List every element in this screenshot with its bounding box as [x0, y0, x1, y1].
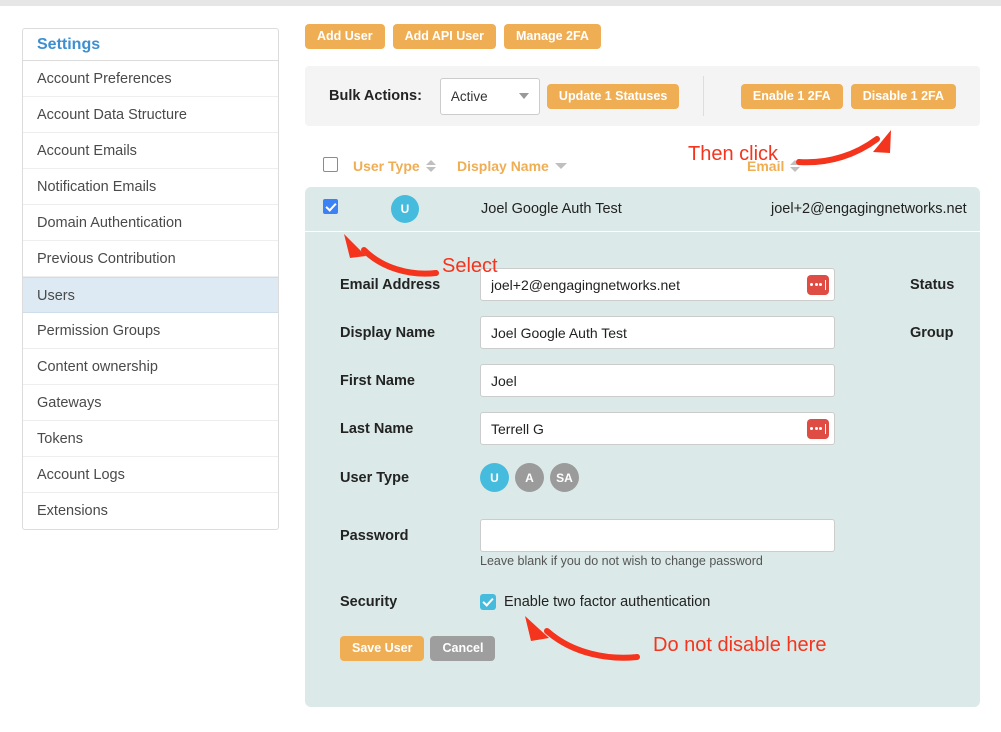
- row-display-name-cell: Joel Google Auth Test: [481, 201, 622, 217]
- add-api-user-button[interactable]: Add API User: [392, 24, 496, 49]
- two-factor-checkbox-group[interactable]: Enable two factor authentication: [480, 594, 710, 610]
- two-factor-checkbox[interactable]: [480, 594, 496, 610]
- sidebar-item-account-preferences[interactable]: Account Preferences: [23, 61, 278, 97]
- sort-updown-icon[interactable]: [790, 160, 801, 172]
- sidebar-item-content-ownership[interactable]: Content ownership: [23, 349, 278, 385]
- chevron-down-icon: [518, 93, 529, 99]
- sidebar-item-label: Gateways: [37, 395, 102, 411]
- settings-sidebar: Settings Account Preferences Account Dat…: [22, 28, 279, 530]
- select-all-checkbox[interactable]: [323, 157, 338, 172]
- field-row-last-name: Last Name: [305, 412, 980, 445]
- avatar: U: [391, 195, 419, 223]
- users-toolbar: Add User Add API User Manage 2FA: [305, 24, 980, 49]
- user-detail-panel: U Joel Google Auth Test joel+2@engagingn…: [305, 187, 980, 707]
- annotation-do-not-disable: Do not disable here: [653, 634, 827, 656]
- manage-2fa-button[interactable]: Manage 2FA: [504, 24, 601, 49]
- sidebar-item-label: Account Logs: [37, 467, 125, 483]
- status-label: Status: [910, 276, 955, 293]
- sidebar-item-extensions[interactable]: Extensions: [23, 493, 278, 529]
- field-row-display-name: Display Name Group: [305, 316, 980, 349]
- user-type-option-u[interactable]: U: [480, 463, 509, 492]
- password-manager-icon[interactable]: [807, 274, 829, 295]
- user-type-label: User Type: [340, 469, 410, 486]
- users-main-content: Add User Add API User Manage 2FA Bulk Ac…: [305, 24, 980, 707]
- sort-descending-icon[interactable]: [554, 163, 567, 169]
- row-select-cell: [305, 199, 353, 219]
- header-user-type-label: User Type: [353, 158, 420, 174]
- field-row-email: Email Address Status: [305, 268, 980, 301]
- cancel-button[interactable]: Cancel: [430, 636, 496, 661]
- field-row-password: Password: [305, 519, 980, 552]
- field-row-user-type: User Type U A SA: [305, 463, 980, 492]
- email-field[interactable]: [480, 268, 835, 301]
- enable-2fa-button[interactable]: Enable 1 2FA: [740, 83, 843, 109]
- sidebar-item-label: Notification Emails: [37, 179, 157, 195]
- display-name-field[interactable]: [480, 316, 835, 349]
- header-display-name-label: Display Name: [457, 158, 549, 174]
- field-row-security: Security Enable two factor authenticatio…: [305, 594, 980, 610]
- email-label: Email Address: [340, 276, 441, 293]
- sidebar-item-label: Permission Groups: [37, 323, 161, 339]
- sidebar-item-label: Tokens: [37, 431, 83, 447]
- user-type-option-sa[interactable]: SA: [550, 463, 579, 492]
- update-statuses-button[interactable]: Update 1 Statuses: [546, 83, 680, 109]
- user-type-options: U A SA: [480, 463, 579, 492]
- sidebar-item-tokens[interactable]: Tokens: [23, 421, 278, 457]
- window-top-strip: [0, 0, 1001, 6]
- header-user-type[interactable]: User Type: [353, 158, 457, 176]
- sidebar-item-permission-groups[interactable]: Permission Groups: [23, 313, 278, 349]
- sidebar-item-label: Account Data Structure: [37, 107, 187, 123]
- user-type-option-a[interactable]: A: [515, 463, 544, 492]
- sidebar-item-domain-authentication[interactable]: Domain Authentication: [23, 205, 278, 241]
- bulk-actions-bar: Bulk Actions: Active Update 1 Statuses E…: [305, 66, 980, 126]
- row-email-cell: joel+2@engagingnetworks.net: [771, 201, 967, 217]
- sidebar-item-label: Previous Contribution: [37, 251, 176, 267]
- sidebar-item-label: Account Emails: [37, 143, 137, 159]
- group-label: Group: [910, 324, 954, 341]
- save-user-button[interactable]: Save User: [340, 636, 425, 661]
- two-factor-label: Enable two factor authentication: [504, 594, 711, 610]
- password-label: Password: [340, 527, 409, 544]
- disable-2fa-button[interactable]: Disable 1 2FA: [850, 83, 956, 109]
- table-row[interactable]: U Joel Google Auth Test joel+2@engagingn…: [305, 187, 980, 232]
- bulk-status-value: Active: [450, 88, 488, 104]
- sidebar-title: Settings: [23, 29, 278, 61]
- security-label: Security: [340, 594, 398, 610]
- bulk-divider: [703, 76, 705, 116]
- sidebar-item-users[interactable]: Users: [23, 277, 278, 313]
- user-edit-form: Email Address Status Display Name Group …: [305, 232, 980, 661]
- sort-updown-icon[interactable]: [425, 160, 436, 172]
- sidebar-item-label: Extensions: [37, 503, 108, 519]
- sidebar-item-label: Domain Authentication: [37, 215, 183, 231]
- sidebar-item-account-emails[interactable]: Account Emails: [23, 133, 278, 169]
- add-user-button[interactable]: Add User: [305, 24, 385, 49]
- sidebar-item-label: Users: [37, 288, 75, 304]
- password-hint: Leave blank if you do not wish to change…: [480, 554, 763, 568]
- row-avatar-cell: U: [353, 195, 481, 223]
- last-name-field[interactable]: [480, 412, 835, 445]
- display-name-label: Display Name: [340, 324, 436, 341]
- sidebar-item-label: Account Preferences: [37, 71, 172, 87]
- password-field[interactable]: [480, 519, 835, 552]
- select-all-cell: [305, 157, 353, 177]
- sidebar-item-label: Content ownership: [37, 359, 158, 375]
- row-select-checkbox[interactable]: [323, 199, 338, 214]
- bulk-2fa-group: Enable 1 2FA Disable 1 2FA: [740, 83, 956, 109]
- annotation-select: Select: [442, 255, 498, 277]
- sidebar-item-gateways[interactable]: Gateways: [23, 385, 278, 421]
- sidebar-item-account-logs[interactable]: Account Logs: [23, 457, 278, 493]
- sidebar-item-notification-emails[interactable]: Notification Emails: [23, 169, 278, 205]
- bulk-status-select[interactable]: Active: [439, 77, 540, 115]
- bulk-actions-label: Bulk Actions:: [329, 88, 422, 104]
- field-row-first-name: First Name: [305, 364, 980, 397]
- first-name-label: First Name: [340, 372, 415, 389]
- annotation-then-click: Then click: [688, 143, 779, 165]
- sidebar-item-previous-contribution[interactable]: Previous Contribution: [23, 241, 278, 277]
- last-name-label: Last Name: [340, 420, 414, 437]
- first-name-field[interactable]: [480, 364, 835, 397]
- password-manager-icon[interactable]: [807, 418, 829, 439]
- users-table-header: User Type Display Name Email: [305, 147, 980, 187]
- sidebar-item-account-data-structure[interactable]: Account Data Structure: [23, 97, 278, 133]
